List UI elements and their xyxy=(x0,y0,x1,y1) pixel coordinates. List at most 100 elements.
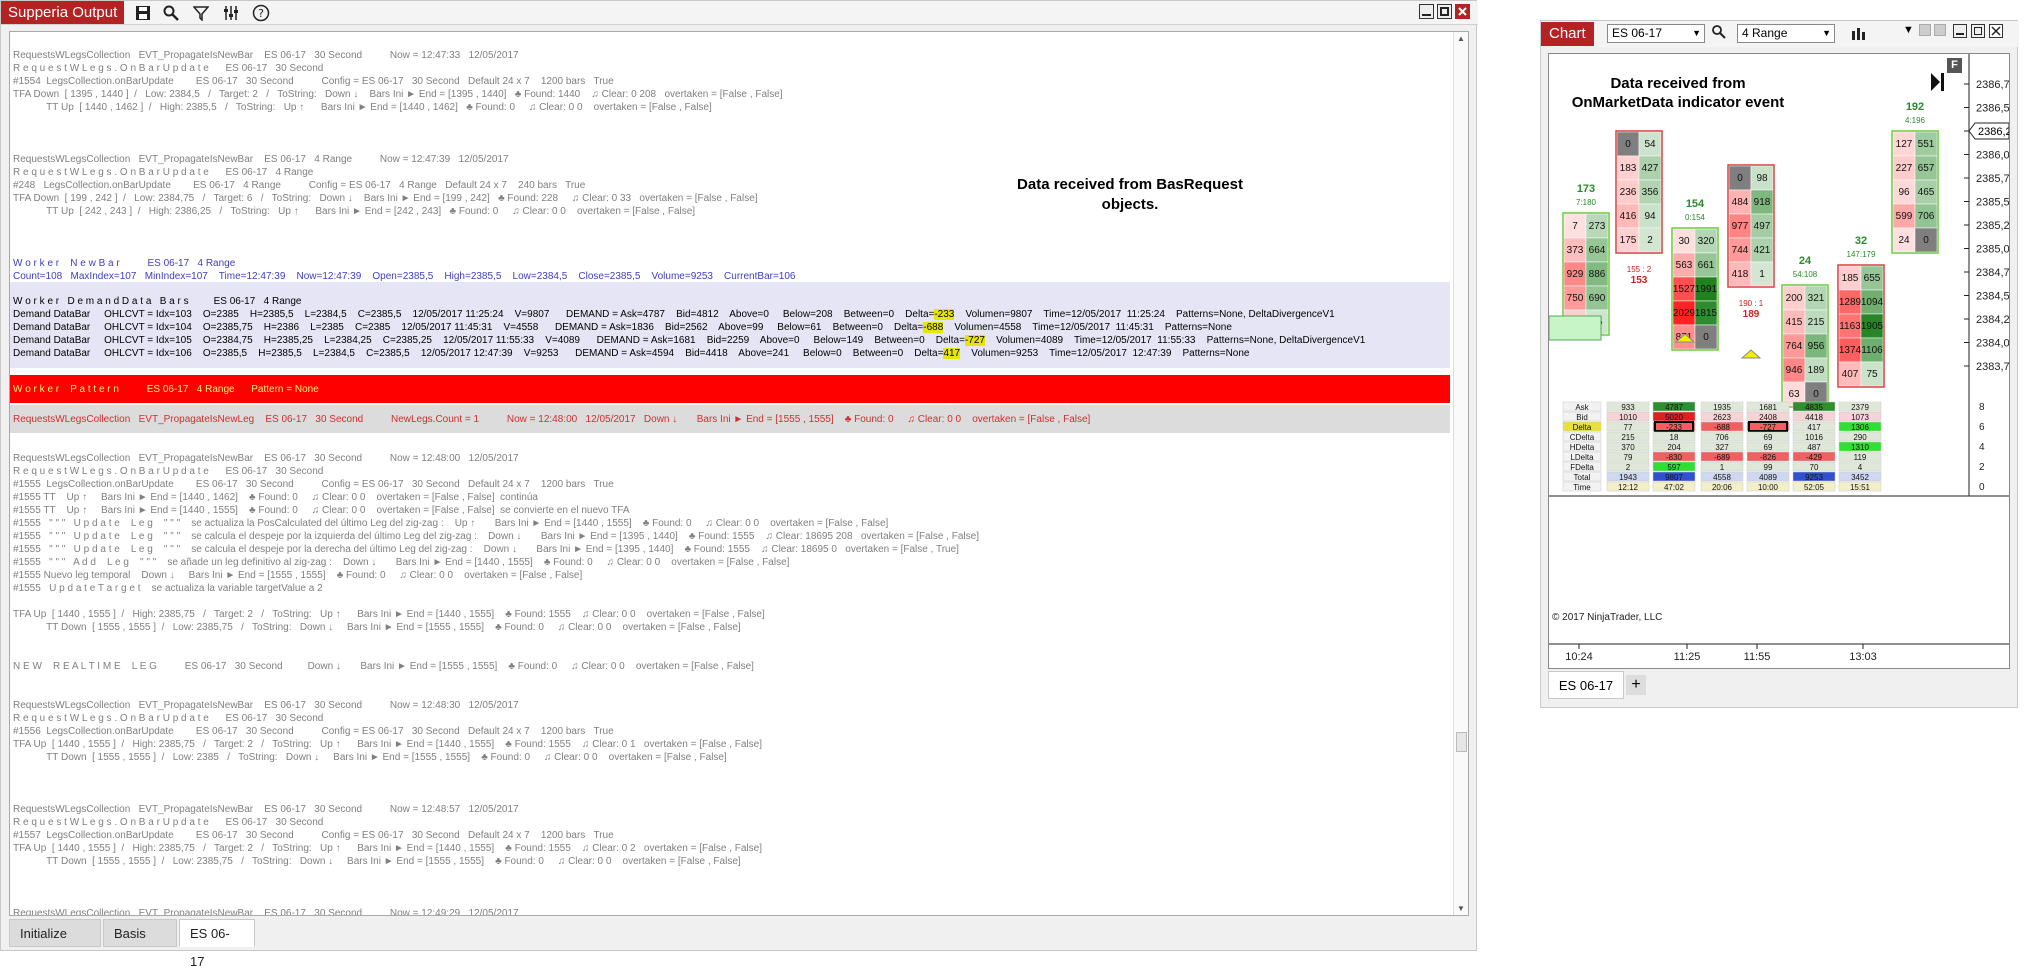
table-cell: 79 xyxy=(1624,453,1633,462)
ask-volume: 0 xyxy=(1703,332,1709,343)
ask-volume: 54 xyxy=(1644,139,1656,150)
bid-volume: 929 xyxy=(1567,269,1584,280)
bid-volume: 7 xyxy=(1572,221,1578,232)
maximize-button[interactable] xyxy=(1971,24,1985,38)
ask-volume: 427 xyxy=(1642,163,1659,174)
table-cell: 597 xyxy=(1667,463,1681,472)
scroll-up-icon[interactable]: ▲ xyxy=(1457,34,1465,43)
ask-volume: 94 xyxy=(1644,211,1656,222)
save-icon[interactable] xyxy=(133,3,153,23)
search-icon[interactable] xyxy=(161,3,181,23)
output-line: RequestsWLegsCollection EVT_PropagateIsN… xyxy=(13,804,519,815)
tab-basis[interactable]: Basis xyxy=(103,919,177,947)
delta-highlight: 417 xyxy=(943,348,961,359)
minimize-button[interactable] xyxy=(1953,24,1967,38)
oscillator-label: 6 xyxy=(1979,422,1985,433)
bid-volume: 764 xyxy=(1786,341,1803,352)
time-label: 11:55 xyxy=(1744,651,1771,663)
output-window-title: Supperia Output xyxy=(1,1,125,24)
bid-volume: 24 xyxy=(1898,235,1910,246)
scrollbar-thumb[interactable] xyxy=(1456,732,1467,752)
tab-initialize[interactable]: Initialize xyxy=(9,919,101,947)
bar-type-selector[interactable]: 4 Range ▼ xyxy=(1737,24,1835,43)
bid-volume: 127 xyxy=(1896,139,1913,150)
table-cell: 119 xyxy=(1854,453,1867,462)
table-row-label: Bid xyxy=(1576,413,1588,422)
output-line: TT Down [ 1555 , 1555 ] / Low: 2385,75 /… xyxy=(13,856,741,867)
basrequest-annotation: Data received from BasRequest objects. xyxy=(1017,176,1243,213)
time-label: 11:25 xyxy=(1674,651,1701,663)
table-cell: 1681 xyxy=(1759,403,1777,412)
bid-volume: 30 xyxy=(1678,236,1690,247)
table-row-label: CDelta xyxy=(1570,433,1595,442)
output-line: W o r k e r D e m a n d D a t a B a r s … xyxy=(13,296,302,307)
ask-volume: 0 xyxy=(1813,389,1819,400)
chart-panel[interactable]: 2386,75 2386,50 2386,25 2386,00 2385,75 2385,… xyxy=(1548,53,2010,669)
table-cell: 370 xyxy=(1621,443,1635,452)
bar-sub-label: 4:196 xyxy=(1905,116,1926,125)
scroll-down-icon[interactable]: ▼ xyxy=(1457,904,1465,913)
bar-bottom-delta: 153 xyxy=(1631,275,1648,286)
output-line: #1555 " " " U p d a t e L e g " " " se a… xyxy=(13,518,889,529)
table-cell: 1943 xyxy=(1619,473,1637,482)
ask-volume: 657 xyxy=(1918,163,1935,174)
f-button[interactable]: F xyxy=(1947,58,1962,73)
table-cell: 2379 xyxy=(1851,403,1869,412)
price-label: 2386,75 xyxy=(1976,79,2009,91)
bid-volume: 185 xyxy=(1842,273,1859,284)
ask-volume: 421 xyxy=(1754,245,1771,256)
ask-volume: 1991 xyxy=(1695,284,1718,295)
output-line: R e q u e s t W L e g s . O n B a r U p … xyxy=(13,817,324,828)
chart-titlebar: Chart ES 06-17 ▼ 4 Range ▼ ▼ xyxy=(1541,21,2019,47)
vertical-scrollbar[interactable]: ▲ ▼ xyxy=(1453,32,1468,915)
ask-volume: 321 xyxy=(1808,293,1825,304)
table-cell: -429 xyxy=(1806,453,1823,462)
tab-es-06-17[interactable]: ES 06-17 xyxy=(1548,671,1624,699)
output-line: #1556 LegsCollection.onBarUpdate ES 06-1… xyxy=(13,726,614,737)
add-tab-button[interactable]: + xyxy=(1626,675,1646,695)
table-cell: 204 xyxy=(1667,443,1681,452)
chart-pin-button[interactable] xyxy=(1934,24,1946,36)
filter-icon[interactable] xyxy=(191,3,211,23)
bid-volume: 977 xyxy=(1732,221,1749,232)
ask-volume: 273 xyxy=(1589,221,1606,232)
bid-volume: 200 xyxy=(1786,293,1803,304)
table-cell: 1016 xyxy=(1805,433,1823,442)
bid-volume: 484 xyxy=(1732,197,1749,208)
search-icon[interactable] xyxy=(1712,25,1726,44)
close-button[interactable] xyxy=(1455,4,1470,19)
chevron-down-icon[interactable]: ▼ xyxy=(1903,24,1914,36)
price-label: 2385,75 xyxy=(1976,173,2009,185)
output-line: TFA Up [ 1440 , 1555 ] / High: 2385,75 /… xyxy=(13,843,762,854)
table-row-label: Delta xyxy=(1573,423,1592,432)
output-line: Demand DataBar OHLCVT = Idx=106 O=2385,5… xyxy=(13,348,1250,359)
current-price-label: 2386,25 xyxy=(1978,126,2009,138)
table-cell: -826 xyxy=(1760,453,1777,462)
properties-icon[interactable] xyxy=(221,3,241,23)
table-cell: 1306 xyxy=(1851,423,1869,432)
table-cell: 4 xyxy=(1858,463,1863,472)
svg-text:?: ? xyxy=(258,7,264,20)
ask-volume: 356 xyxy=(1642,187,1659,198)
skip-to-end-icon[interactable] xyxy=(1929,72,1945,97)
ask-volume: 1905 xyxy=(1861,321,1884,332)
ask-volume: 0 xyxy=(1923,235,1929,246)
output-text-area[interactable]: RequestsWLegsCollection EVT_PropagateIsN… xyxy=(9,31,1469,916)
table-row-label: FDelta xyxy=(1570,463,1594,472)
output-line: TFA Up [ 1440 , 1555 ] / High: 2385,75 /… xyxy=(13,609,765,620)
tab-es-06-17[interactable]: ES 06-17 xyxy=(179,919,255,969)
maximize-button[interactable] xyxy=(1437,4,1452,19)
close-button[interactable] xyxy=(1989,24,2003,38)
output-line: Demand DataBar OHLCVT = Idx=103 O=2385 H… xyxy=(13,309,1335,320)
instrument-selector[interactable]: ES 06-17 ▼ xyxy=(1607,24,1705,43)
delta-highlight: -688 xyxy=(923,322,944,333)
output-line: #1555 TT Up ↑ Bars Ini ► End = [1440 , 1… xyxy=(13,492,538,503)
chart-layout-button[interactable] xyxy=(1919,24,1931,36)
minimize-button[interactable] xyxy=(1419,4,1434,19)
chart-style-icon[interactable] xyxy=(1851,27,1867,46)
bid-volume: 415 xyxy=(1786,317,1803,328)
table-cell: 933 xyxy=(1621,403,1635,412)
help-icon[interactable]: ? xyxy=(251,3,271,23)
bar-bottom-delta: 189 xyxy=(1743,309,1760,320)
oscillator-label: 8 xyxy=(1979,402,1985,413)
